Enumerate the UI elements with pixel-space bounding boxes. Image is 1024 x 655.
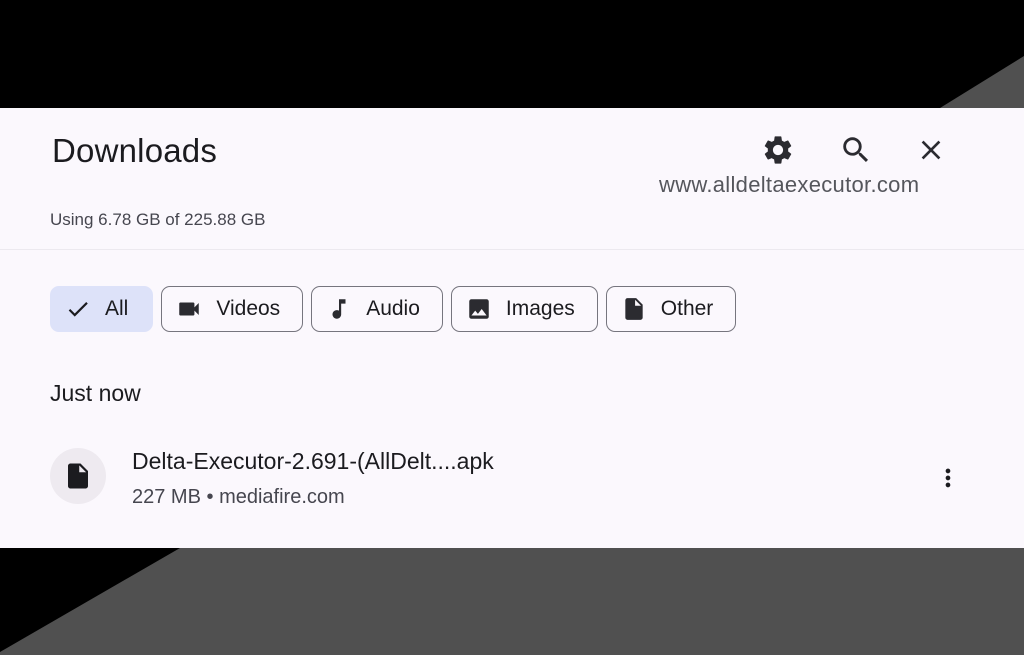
music-note-icon [332,299,346,319]
filter-chip-images[interactable]: Images [450,286,598,332]
background-top-wedge [940,56,1024,108]
header-divider [0,249,1024,250]
filter-chip-videos[interactable]: Videos [161,286,304,332]
filter-chip-label: All [105,297,129,320]
filter-chips: All Videos Audio Images Other [50,286,737,332]
close-button[interactable] [911,130,951,170]
check-icon [68,302,88,317]
settings-button[interactable] [758,130,798,170]
storage-usage: Using 6.78 GB of 225.88 GB [50,210,266,229]
file-icon [68,463,88,489]
filter-chip-label: Audio [366,297,420,320]
watermark-text: www.alldeltaexecutor.com [659,172,920,197]
file-thumbnail [50,448,106,504]
more-options-button[interactable] [934,460,962,496]
filter-chip-other[interactable]: Other [605,286,737,332]
download-file-name: Delta-Executor-2.691-(AllDelt....apk [132,448,494,474]
search-icon [843,137,869,163]
section-header-just-now: Just now [50,380,141,406]
image-icon [469,299,489,319]
background-bottom-wedge [0,548,1024,655]
download-size: 227 MB [132,486,201,508]
videocam-icon [179,302,200,316]
download-item[interactable]: Delta-Executor-2.691-(AllDelt....apk 227… [50,446,970,516]
filter-chip-label: Videos [216,297,281,320]
download-meta: 227 MB • mediafire.com [132,486,345,509]
filter-chip-audio[interactable]: Audio [311,286,443,332]
filter-chip-all[interactable]: All [50,286,154,332]
page-title: Downloads [52,132,218,169]
more-vert-icon [945,468,951,488]
file-icon [625,298,643,320]
meta-separator: • [206,486,214,508]
close-icon [921,140,941,160]
filter-chip-label: Images [505,297,575,320]
downloads-panel: Downloads www.alldeltaexecutor.com Using… [0,108,1024,548]
filter-chip-label: Other [660,297,714,320]
search-button[interactable] [836,130,876,170]
gear-icon [764,136,792,164]
download-source: mediafire.com [219,486,345,508]
